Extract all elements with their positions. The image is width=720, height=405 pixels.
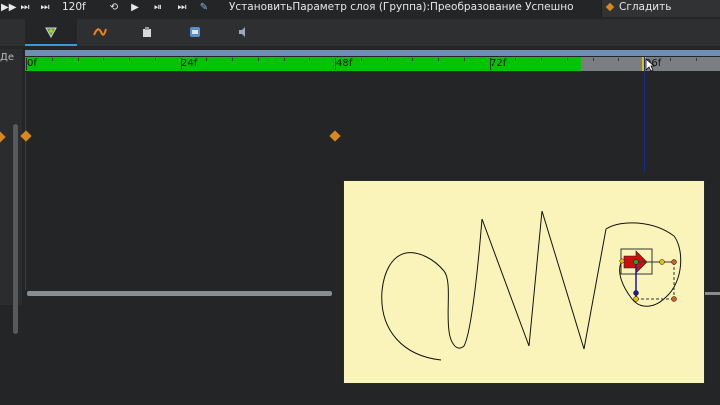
ruler-tick (206, 58, 208, 61)
next-keyframe-icon[interactable]: ⏯ (152, 1, 164, 14)
params-vertical-scrollbar[interactable] (13, 124, 18, 334)
smooth-button[interactable]: Сгладить (601, 0, 720, 17)
end-icon[interactable]: ⏭ (176, 1, 188, 14)
ruler-label-0: 0f (27, 58, 37, 69)
handle-yellow-top (659, 259, 665, 265)
ruler-tick (515, 58, 517, 61)
ruler-tick (103, 58, 105, 61)
tab-sound[interactable] (217, 19, 269, 46)
tab-curves[interactable] (73, 19, 125, 46)
smooth-button-label: Сгладить (619, 1, 672, 13)
ruler-tick (232, 58, 233, 61)
loop-icon[interactable]: ⟲ (108, 1, 120, 14)
sound-tab-icon (239, 27, 245, 37)
ruler-label-72: 72f (490, 58, 507, 69)
ruler-tick (77, 58, 79, 61)
params-panel-edge: Де (0, 49, 22, 334)
ruler-tick (257, 58, 259, 61)
ruler-label-48: 48f (336, 58, 353, 69)
ruler-tick (566, 58, 568, 61)
timetrack-horizontal-scrollbar[interactable] (27, 291, 332, 296)
sets-tab-icon (190, 27, 200, 37)
timetrack-scrollbar-end[interactable] (705, 292, 720, 295)
handle-yellow-left (619, 258, 625, 264)
spline-drawing (381, 210, 682, 361)
handle-orange-right (671, 259, 677, 265)
ruler-tick (283, 58, 285, 61)
ruler-tick (592, 58, 594, 61)
skip-end-icon[interactable]: ⏭ (38, 1, 52, 14)
curves-tab-icon (93, 28, 107, 36)
top-toolbar: ▶▶ ⏭ ⏭ 120f ⟲ ▶ ⏯ ⏭ ✎ УстановитьПараметр… (0, 0, 720, 17)
ruler-tick (360, 58, 362, 61)
handle-yellow-bottom (633, 296, 639, 302)
panel-tab-bar (0, 19, 720, 46)
frame-count: 120f (62, 1, 86, 13)
ruler-tick (618, 58, 620, 61)
handle-orange-bottom (671, 296, 677, 302)
ruler-tick (541, 58, 542, 61)
timebar-header (25, 50, 720, 56)
ruler-tick (129, 58, 130, 61)
handle-center (633, 259, 639, 265)
status-message: УстановитьПараметр слоя (Группа):Преобра… (229, 1, 574, 13)
keyframe-0[interactable] (20, 130, 32, 142)
tab-library[interactable] (121, 19, 173, 46)
ruler-tick (309, 58, 311, 61)
ruler-tick (695, 58, 697, 61)
params-tab-icon (45, 27, 57, 38)
play-icon[interactable]: ▶ (130, 1, 140, 14)
ruler-tick (463, 58, 465, 61)
playhead-line[interactable] (644, 57, 645, 172)
handle-blue (633, 290, 639, 296)
ruler-tick (669, 58, 671, 61)
library-tab-icon (143, 27, 151, 37)
keyframe-48[interactable] (329, 130, 341, 142)
params-panel-label: Де (0, 52, 14, 63)
tab-params[interactable] (25, 19, 77, 46)
skip-next-icon[interactable]: ⏭ (20, 1, 30, 14)
ruler-tick (51, 58, 53, 61)
panel-corner (0, 288, 10, 300)
smooth-diamond-icon (605, 2, 615, 12)
canvas-view[interactable] (343, 180, 705, 384)
ruler-tick (412, 58, 414, 61)
ruler-tick (438, 58, 439, 61)
tab-sets[interactable] (169, 19, 221, 46)
pen-icon[interactable]: ✎ (198, 1, 210, 14)
skip-next-icon[interactable]: ▶▶ (1, 1, 16, 14)
mouse-cursor-icon (645, 58, 655, 72)
ruler-tick (154, 58, 156, 61)
ruler-tick (386, 58, 388, 61)
ruler-label-24: 24f (181, 58, 198, 69)
